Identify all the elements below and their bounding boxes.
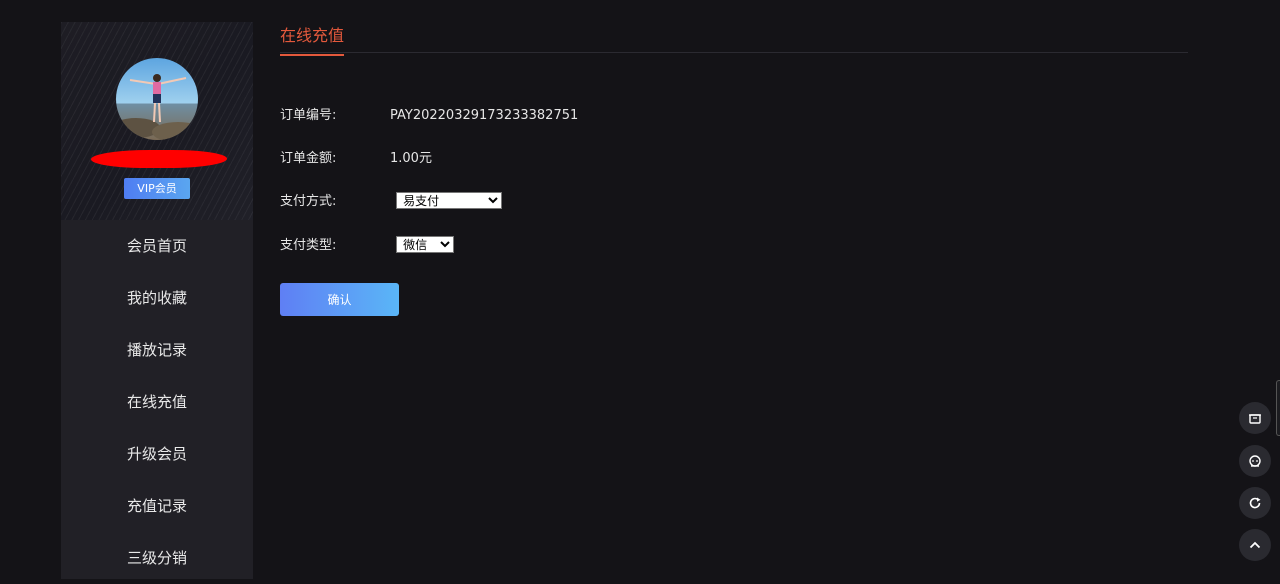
menu-item-favorites[interactable]: 我的收藏 [61,272,253,324]
side-edge-tab[interactable] [1276,380,1280,436]
payment-type-label: 支付类型: [280,238,337,253]
menu-item-online-recharge[interactable]: 在线充值 [61,376,253,428]
tab-divider [280,52,1188,53]
refresh-icon[interactable] [1239,487,1271,519]
order-amount-value: 1.00元 [390,151,432,166]
tab-online-recharge[interactable]: 在线充值 [280,22,345,56]
menu-item-member-home[interactable]: 会员首页 [61,220,253,272]
payment-method-label: 支付方式: [280,194,337,209]
menu-item-play-history[interactable]: 播放记录 [61,324,253,376]
payment-method-row: 支付方式: 易支付 [280,190,503,209]
sidebar: VIP会员 会员首页 我的收藏 播放记录 在线充值 升级会员 充值记录 三级分销 [61,22,253,579]
payment-type-row: 支付类型: 微信 [280,234,455,253]
order-amount-row: 订单金额: 1.00元 [280,147,432,166]
username-redaction [89,150,229,168]
order-number-row: 订单编号: PAY20220329173233382751 [280,104,578,123]
vip-badge: VIP会员 [124,178,190,199]
profile-card: VIP会员 [61,22,253,220]
bag-icon[interactable] [1239,402,1271,434]
menu-item-recharge-records[interactable]: 充值记录 [61,480,253,532]
member-menu: 会员首页 我的收藏 播放记录 在线充值 升级会员 充值记录 三级分销 [61,220,253,584]
order-number-value: PAY20220329173233382751 [390,108,579,123]
avatar[interactable] [116,58,198,140]
arrow-up-icon[interactable] [1239,529,1271,561]
confirm-button[interactable]: 确认 [280,283,399,316]
payment-type-select[interactable]: 微信 [396,236,455,253]
order-amount-label: 订单金额: [280,151,337,166]
chat-icon[interactable] [1239,445,1271,477]
payment-method-select[interactable]: 易支付 [396,192,503,209]
order-number-label: 订单编号: [280,108,337,123]
menu-item-three-level-distribution[interactable]: 三级分销 [61,532,253,584]
menu-item-upgrade-member[interactable]: 升级会员 [61,428,253,480]
